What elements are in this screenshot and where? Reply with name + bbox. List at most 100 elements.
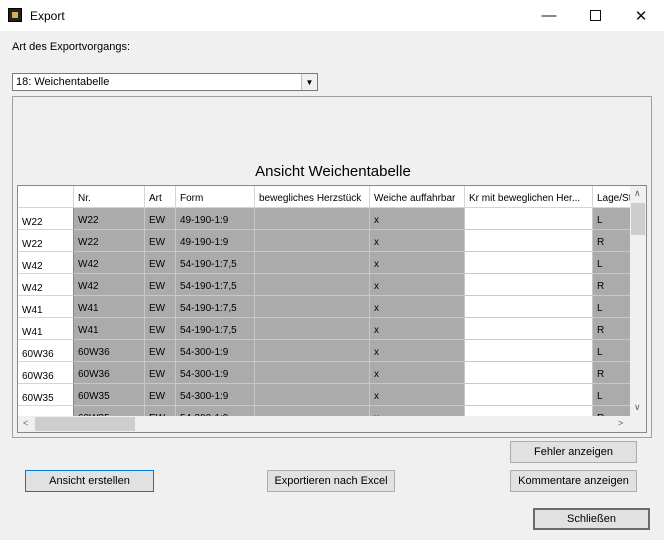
table-cell[interactable]: x: [370, 318, 465, 340]
table-cell[interactable]: 54-190-1:7,5: [176, 274, 255, 296]
table-cell[interactable]: EW: [145, 230, 176, 252]
table-cell[interactable]: R: [593, 274, 633, 296]
table-cell[interactable]: R: [593, 230, 633, 252]
table-cell[interactable]: EW: [145, 274, 176, 296]
table-cell[interactable]: x: [370, 340, 465, 362]
table-cell[interactable]: [255, 362, 370, 384]
table-cell[interactable]: EW: [145, 296, 176, 318]
table-cell[interactable]: 49-190-1:9: [176, 230, 255, 252]
table-cell[interactable]: [255, 208, 370, 230]
table-cell[interactable]: W42: [74, 274, 145, 296]
table-cell[interactable]: 54-300-1:9: [176, 340, 255, 362]
table-cell[interactable]: L: [593, 296, 633, 318]
table-cell[interactable]: 54-190-1:7,5: [176, 318, 255, 340]
table-cell[interactable]: x: [370, 384, 465, 406]
column-header[interactable]: bewegliches Herzstück: [255, 186, 370, 208]
table-cell[interactable]: L: [593, 208, 633, 230]
table-cell[interactable]: R: [593, 362, 633, 384]
minimize-button[interactable]: —: [526, 0, 572, 31]
table-cell[interactable]: [255, 230, 370, 252]
table-cell[interactable]: [465, 296, 593, 318]
scroll-right-icon[interactable]: >: [618, 418, 623, 428]
table-cell[interactable]: 54-190-1:7,5: [176, 296, 255, 318]
table-cell[interactable]: W41: [74, 318, 145, 340]
table-cell[interactable]: EW: [145, 362, 176, 384]
table-cell[interactable]: R: [593, 318, 633, 340]
scroll-left-icon[interactable]: <: [23, 418, 28, 428]
table-cell[interactable]: [465, 274, 593, 296]
close-window-button[interactable]: ✕: [618, 0, 664, 31]
horizontal-scrollbar[interactable]: < >: [18, 416, 630, 432]
table-cell[interactable]: [465, 318, 593, 340]
table-cell[interactable]: [255, 252, 370, 274]
vertical-scroll-thumb[interactable]: [631, 203, 645, 235]
table-cell[interactable]: 49-190-1:9: [176, 208, 255, 230]
table-cell[interactable]: [465, 230, 593, 252]
table-cell[interactable]: 54-300-1:9: [176, 384, 255, 406]
scroll-down-icon[interactable]: ∨: [634, 402, 641, 413]
export-type-select[interactable]: 18: Weichentabelle ▼: [12, 73, 318, 91]
table-cell[interactable]: [465, 208, 593, 230]
table-cell[interactable]: [255, 274, 370, 296]
table-cell[interactable]: EW: [145, 208, 176, 230]
row-header[interactable]: W42: [18, 274, 74, 296]
table-cell[interactable]: L: [593, 340, 633, 362]
table-cell[interactable]: x: [370, 362, 465, 384]
table-cell[interactable]: W41: [74, 296, 145, 318]
column-header[interactable]: Weiche auffahrbar: [370, 186, 465, 208]
table-cell[interactable]: L: [593, 252, 633, 274]
table-cell[interactable]: [255, 340, 370, 362]
row-header[interactable]: 60W36: [18, 362, 74, 384]
table-cell[interactable]: W22: [74, 208, 145, 230]
table-cell[interactable]: EW: [145, 340, 176, 362]
row-header[interactable]: W41: [18, 296, 74, 318]
table-cell[interactable]: [465, 340, 593, 362]
table-cell[interactable]: [465, 384, 593, 406]
table-cell[interactable]: W22: [74, 230, 145, 252]
column-header[interactable]: Kr mit beweglichen Her...: [465, 186, 593, 208]
row-header[interactable]: 60W36: [18, 340, 74, 362]
maximize-button[interactable]: [572, 0, 618, 31]
table-cell[interactable]: [465, 362, 593, 384]
column-header[interactable]: Nr.: [74, 186, 145, 208]
table-cell[interactable]: x: [370, 296, 465, 318]
dropdown-button[interactable]: ▼: [301, 74, 317, 90]
table-cell[interactable]: [255, 318, 370, 340]
table-cell[interactable]: [255, 296, 370, 318]
horizontal-scroll-thumb[interactable]: [35, 417, 135, 431]
column-header[interactable]: Lage/Stran: [593, 186, 633, 208]
show-comments-button[interactable]: Kommentare anzeigen: [510, 470, 637, 492]
close-button[interactable]: Schließen: [533, 508, 650, 530]
row-header[interactable]: W22: [18, 230, 74, 252]
table-cell[interactable]: [255, 384, 370, 406]
scroll-up-icon[interactable]: ∧: [634, 188, 641, 199]
show-errors-label: Fehler anzeigen: [534, 446, 613, 458]
show-errors-button[interactable]: Fehler anzeigen: [510, 441, 637, 463]
table-cell[interactable]: EW: [145, 318, 176, 340]
chevron-down-icon: ▼: [305, 77, 314, 87]
vertical-scrollbar[interactable]: ∧ ∨: [630, 186, 646, 416]
row-header[interactable]: W22: [18, 208, 74, 230]
table-cell[interactable]: [465, 252, 593, 274]
column-header[interactable]: Form: [176, 186, 255, 208]
table-cell[interactable]: W42: [74, 252, 145, 274]
table-cell[interactable]: 60W35: [74, 384, 145, 406]
table-cell[interactable]: x: [370, 230, 465, 252]
table-cell[interactable]: EW: [145, 252, 176, 274]
export-excel-button[interactable]: Exportieren nach Excel: [267, 470, 395, 492]
table-cell[interactable]: 60W36: [74, 340, 145, 362]
table-cell[interactable]: x: [370, 274, 465, 296]
row-header[interactable]: W42: [18, 252, 74, 274]
column-header[interactable]: Art: [145, 186, 176, 208]
data-grid[interactable]: Nr. Art Form bewegliches Herzstück Weiche au…: [17, 185, 647, 433]
create-view-button[interactable]: Ansicht erstellen: [25, 470, 154, 492]
table-cell[interactable]: 54-190-1:7,5: [176, 252, 255, 274]
row-header[interactable]: 60W35: [18, 384, 74, 406]
table-cell[interactable]: x: [370, 208, 465, 230]
table-cell[interactable]: L: [593, 384, 633, 406]
table-cell[interactable]: x: [370, 252, 465, 274]
table-cell[interactable]: 60W36: [74, 362, 145, 384]
table-cell[interactable]: EW: [145, 384, 176, 406]
table-cell[interactable]: 54-300-1:9: [176, 362, 255, 384]
row-header[interactable]: W41: [18, 318, 74, 340]
